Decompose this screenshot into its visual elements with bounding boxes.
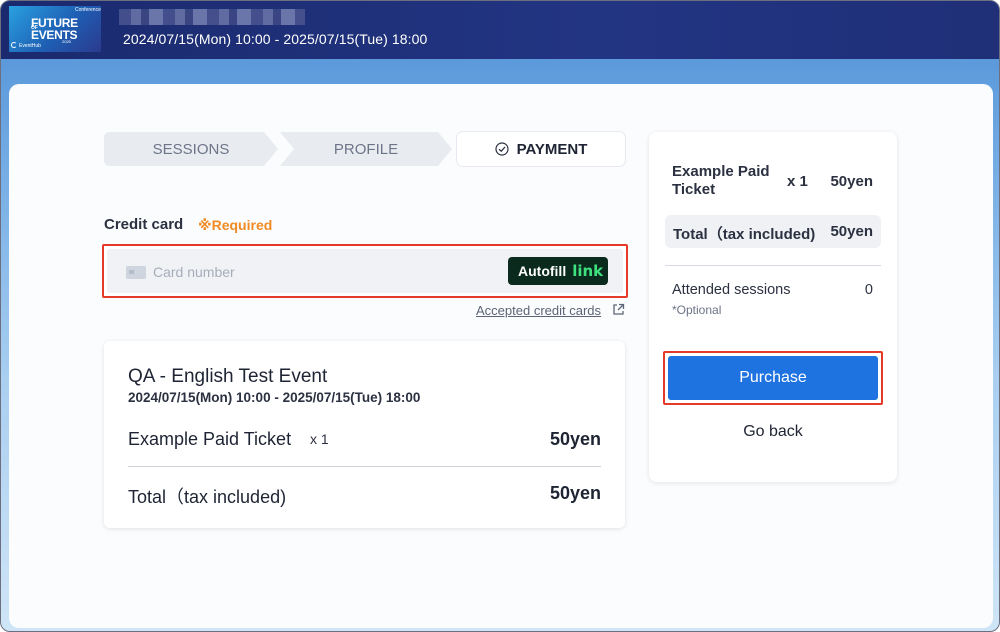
purchase-button-highlight: Purchase	[663, 351, 883, 405]
sidebar-ticket-price: 50yen	[830, 173, 873, 190]
sidebar-ticket-name: Example Paid Ticket	[672, 163, 770, 198]
credit-card-label: Credit card	[104, 216, 184, 233]
ticket-name: Example Paid Ticket	[128, 429, 292, 449]
sidebar-divider	[665, 265, 881, 266]
header-event-dates: 2024/07/15(Mon) 10:00 - 2025/07/15(Tue) …	[123, 31, 428, 47]
attended-sessions-label: Attended sessions	[672, 282, 791, 298]
card-number-input[interactable]: Card number Autofill link	[107, 249, 623, 293]
sidebar-total-label: Total（tax included)	[673, 226, 816, 243]
external-link-icon[interactable]	[612, 303, 625, 316]
autofill-link-button[interactable]: Autofill link	[508, 257, 608, 285]
logo-brand: EventHub	[19, 43, 41, 49]
step-sessions[interactable]: SESSIONS	[104, 132, 278, 166]
sidebar-total-price: 50yen	[830, 223, 873, 240]
required-marker: ※Required	[198, 217, 273, 233]
check-circle-icon	[494, 142, 509, 156]
card-number-field-highlight: Card number Autofill link	[102, 244, 628, 298]
step-profile[interactable]: PROFILE	[280, 132, 452, 166]
total-price: 50yen	[549, 483, 601, 503]
step-sessions-label: SESSIONS	[152, 140, 230, 158]
total-label: Total（tax included)	[128, 487, 287, 507]
event-dates: 2024/07/15(Mon) 10:00 - 2025/07/15(Tue) …	[128, 390, 421, 405]
top-header: Conference FUTURE OF EVENTS 2025 EventHu…	[1, 1, 999, 59]
event-logo[interactable]: Conference FUTURE OF EVENTS 2025 EventHu…	[9, 6, 101, 52]
event-title: QA - English Test Event	[128, 366, 328, 387]
sidebar-ticket-quantity: x 1	[787, 173, 808, 190]
ticket-quantity: x 1	[310, 431, 329, 447]
card-number-placeholder: Card number	[153, 264, 235, 280]
browser-frame: Conference FUTURE OF EVENTS 2025 EventHu…	[0, 0, 1000, 632]
autofill-label: Autofill	[518, 263, 567, 279]
step-payment[interactable]: PAYMENT	[457, 132, 625, 166]
logo-year: 2025	[62, 39, 71, 44]
checkout-sidebar: Example Paid Ticket x 1 50yen Total（tax …	[649, 132, 897, 482]
logo-conference-text: Conference	[75, 7, 101, 13]
credit-card-icon	[126, 266, 146, 279]
purchase-button[interactable]: Purchase	[668, 356, 878, 400]
go-back-button[interactable]: Go back	[649, 423, 897, 441]
optional-note: *Optional	[672, 303, 722, 317]
step-payment-label: PAYMENT	[516, 140, 588, 158]
order-summary-card: QA - English Test Event 2024/07/15(Mon) …	[104, 341, 625, 528]
brand-icon	[11, 42, 17, 48]
attended-sessions-count: 0	[864, 282, 873, 298]
sidebar-total-row: Total（tax included) 50yen	[665, 215, 881, 248]
accepted-cards-link[interactable]: Accepted credit cards	[476, 303, 601, 318]
summary-divider	[128, 466, 601, 467]
step-profile-label: PROFILE	[333, 140, 399, 158]
blurred-event-title	[119, 9, 305, 25]
link-logo: link	[572, 262, 604, 280]
ticket-price: 50yen	[549, 429, 601, 449]
